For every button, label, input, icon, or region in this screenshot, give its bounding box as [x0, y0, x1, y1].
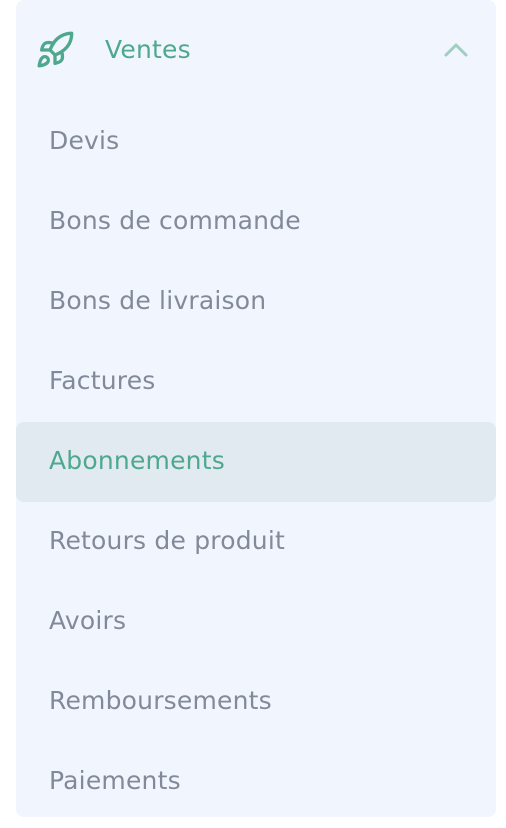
menu-item-label: Bons de livraison [49, 286, 267, 315]
rocket-icon [35, 30, 75, 70]
menu-item-label: Remboursements [49, 686, 272, 715]
menu-item-label: Paiements [49, 766, 181, 795]
menu-item-abonnements[interactable]: Abonnements [16, 422, 496, 502]
menu-item-remboursements[interactable]: Remboursements [16, 662, 496, 742]
sales-menu-panel: Ventes Devis Bons de commande Bons de li… [16, 0, 496, 817]
menu-item-avoirs[interactable]: Avoirs [16, 582, 496, 662]
menu-item-label: Avoirs [49, 606, 127, 635]
menu-item-factures[interactable]: Factures [16, 342, 496, 422]
menu-item-label: Devis [49, 126, 120, 155]
menu-item-paiements[interactable]: Paiements [16, 742, 496, 822]
menu-item-bons-de-livraison[interactable]: Bons de livraison [16, 262, 496, 342]
sales-section-header[interactable]: Ventes [16, 0, 496, 100]
menu-item-label: Abonnements [49, 446, 225, 475]
chevron-up-icon[interactable] [440, 36, 472, 64]
menu-item-bons-de-commande[interactable]: Bons de commande [16, 182, 496, 262]
menu-item-label: Bons de commande [49, 206, 301, 235]
menu-item-devis[interactable]: Devis [16, 102, 496, 182]
menu-item-label: Retours de produit [49, 526, 285, 555]
section-title: Ventes [105, 35, 191, 64]
sales-submenu: Devis Bons de commande Bons de livraison… [16, 102, 496, 822]
menu-item-label: Factures [49, 366, 156, 395]
menu-item-retours-de-produit[interactable]: Retours de produit [16, 502, 496, 582]
